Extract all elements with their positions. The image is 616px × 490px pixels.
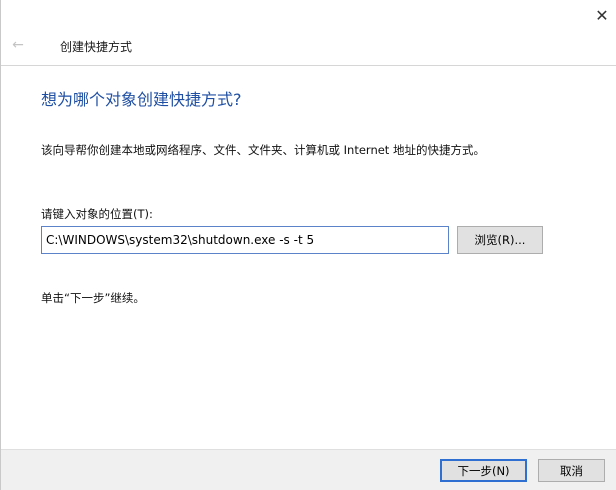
- location-label: 请键入对象的位置(T):: [41, 207, 153, 221]
- cancel-button[interactable]: 取消: [538, 459, 605, 482]
- title-bar: ← 创建快捷方式 ✕: [1, 0, 616, 66]
- dialog-footer: 下一步(N) 取消: [1, 449, 616, 490]
- close-icon[interactable]: ✕: [587, 0, 616, 30]
- next-button[interactable]: 下一步(N): [440, 459, 527, 482]
- continue-hint: 单击“下一步”继续。: [41, 291, 145, 305]
- location-input[interactable]: [41, 226, 449, 254]
- browse-button[interactable]: 浏览(R)...: [457, 226, 543, 254]
- back-arrow-icon[interactable]: ←: [7, 35, 29, 55]
- page-heading: 想为哪个对象创建快捷方式?: [41, 90, 242, 109]
- wizard-description: 该向导帮你创建本地或网络程序、文件、文件夹、计算机或 Internet 地址的快…: [41, 143, 485, 157]
- create-shortcut-dialog: ← 创建快捷方式 ✕ 想为哪个对象创建快捷方式? 该向导帮你创建本地或网络程序、…: [0, 0, 616, 490]
- window-title: 创建快捷方式: [60, 40, 133, 54]
